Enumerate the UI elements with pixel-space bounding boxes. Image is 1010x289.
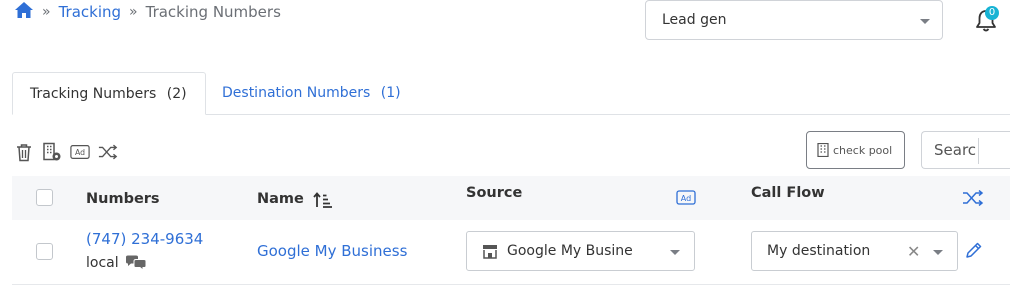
search-placeholder: Search — [934, 141, 976, 159]
select-all-checkbox[interactable] — [36, 189, 53, 206]
home-icon[interactable] — [14, 1, 34, 23]
breadcrumb: » Tracking » Tracking Numbers — [14, 2, 281, 22]
number-type-label: local — [86, 255, 119, 271]
row-name-link[interactable]: Google My Business — [257, 242, 407, 260]
chat-bubbles-icon[interactable] — [125, 255, 147, 271]
check-pool-label: check pool — [833, 143, 893, 157]
breadcrumb-current: Tracking Numbers — [145, 3, 281, 21]
notification-button[interactable]: 0 — [973, 6, 1001, 34]
column-header-numbers: Numbers — [86, 191, 160, 207]
tab-count: (2) — [166, 86, 187, 102]
row-checkbox[interactable] — [36, 243, 53, 260]
search-divider — [978, 138, 979, 164]
column-header-source: Source — [466, 185, 523, 201]
source-select-value: Google My Business — [507, 243, 633, 259]
svg-text:Ad: Ad — [75, 148, 85, 157]
tab-label: Destination Numbers — [222, 85, 371, 101]
storefront-icon — [483, 245, 497, 259]
number-type: local — [86, 255, 147, 271]
breadcrumb-tracking-link[interactable]: Tracking — [59, 3, 121, 21]
tab-label: Tracking Numbers — [30, 86, 157, 102]
chevron-double-right-icon: » — [42, 4, 50, 20]
column-header-name[interactable]: Name — [257, 191, 304, 207]
shuffle-icon[interactable] — [962, 189, 984, 210]
chevron-down-icon — [670, 250, 680, 255]
tab-destination-numbers[interactable]: Destination Numbers (1) — [222, 85, 401, 101]
svg-text:Ad: Ad — [681, 194, 691, 203]
source-select[interactable]: Google My Business — [466, 231, 695, 271]
notification-badge: 0 — [985, 6, 999, 20]
check-pool-button[interactable]: check pool — [806, 131, 905, 169]
ad-icon[interactable]: Ad — [676, 190, 696, 209]
chevron-down-icon — [920, 19, 930, 24]
trash-icon[interactable] — [14, 142, 34, 162]
pencil-icon[interactable] — [965, 241, 983, 263]
ad-icon[interactable]: Ad — [70, 142, 90, 162]
campaign-select[interactable]: Lead gen — [645, 0, 943, 40]
tab-count: (1) — [380, 85, 401, 101]
chevron-down-icon — [933, 250, 943, 255]
tab-tracking-numbers[interactable]: Tracking Numbers (2) — [12, 72, 206, 115]
call-flow-select-value: My destination — [767, 243, 871, 259]
shuffle-icon[interactable] — [98, 142, 118, 162]
call-flow-select[interactable]: My destination ✕ — [751, 231, 958, 271]
bulk-actions-toolbar: Ad — [14, 142, 118, 162]
clear-icon[interactable]: ✕ — [907, 242, 920, 261]
building-settings-icon[interactable] — [42, 142, 62, 162]
tracking-number-link[interactable]: (747) 234-9634 — [86, 230, 203, 248]
sort-ascending-icon[interactable] — [313, 191, 333, 213]
chevron-double-right-icon: » — [129, 4, 137, 20]
campaign-select-value: Lead gen — [662, 12, 727, 28]
search-input[interactable]: Search — [921, 131, 1010, 169]
building-icon — [817, 143, 829, 157]
column-header-call-flow: Call Flow — [751, 185, 825, 201]
row-divider — [12, 284, 1010, 285]
